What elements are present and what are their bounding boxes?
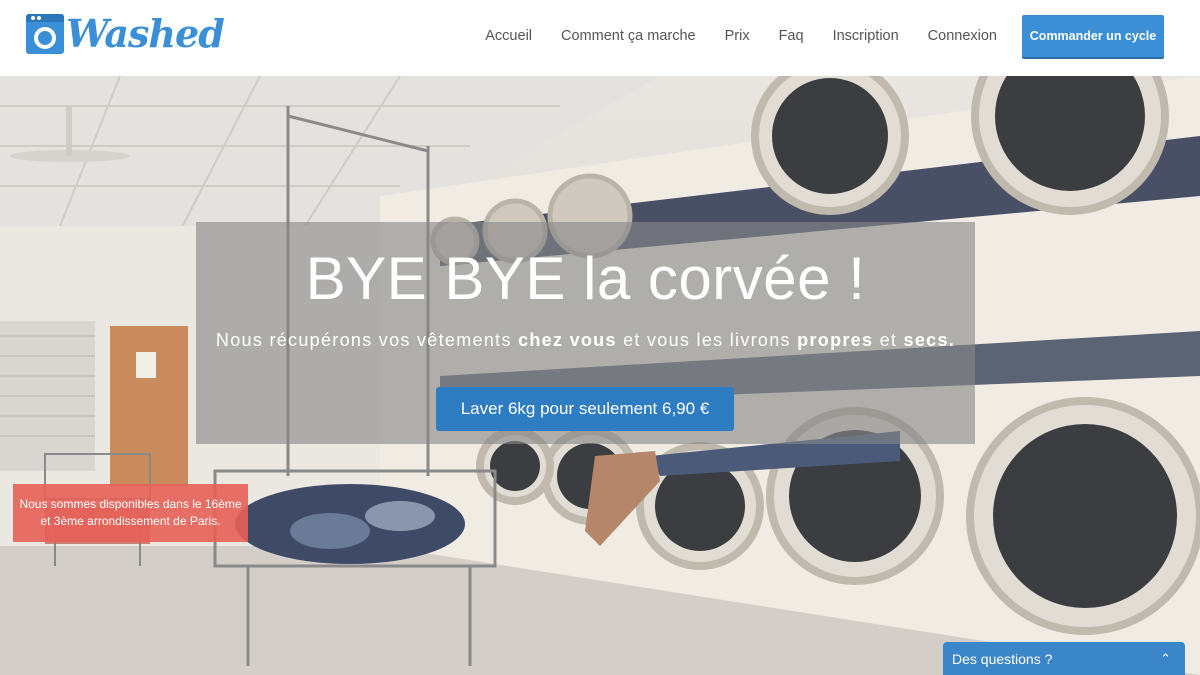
- washing-machine-icon: [26, 14, 64, 54]
- site-header: Washed Accueil Comment ça marche Prix Fa…: [0, 0, 1200, 76]
- hero-section: BYE BYE la corvée ! Nous récupérons vos …: [0, 76, 1200, 675]
- chevron-up-icon[interactable]: ⌃: [1160, 651, 1171, 667]
- notice-line-1: Nous sommes disponibles dans le 16ème: [19, 497, 242, 511]
- nav-item-comment-ca-marche[interactable]: Comment ça marche: [561, 28, 696, 44]
- chat-label: Des questions ?: [952, 651, 1053, 667]
- main-nav: Accueil Comment ça marche Prix Faq Inscr…: [456, 15, 1164, 57]
- chat-widget[interactable]: Des questions ? ⌃: [943, 642, 1185, 675]
- hero-headline: BYE BYE la corvée !: [305, 245, 866, 312]
- nav-item-accueil[interactable]: Accueil: [485, 28, 532, 44]
- hero-subheadline: Nous récupérons vos vêtements chez vous …: [196, 330, 975, 351]
- subheadline-bold-3: secs.: [903, 330, 956, 350]
- logo-text: Washed: [66, 11, 225, 56]
- nav-item-connexion[interactable]: Connexion: [928, 28, 997, 44]
- order-cycle-button[interactable]: Commander un cycle: [1022, 15, 1164, 57]
- subheadline-bold-2: propres: [797, 330, 874, 350]
- notice-line-2: et 3ème arrondissement de Paris.: [40, 514, 221, 528]
- subheadline-text-2: et vous les livrons: [616, 330, 798, 350]
- logo[interactable]: Washed: [26, 11, 225, 56]
- wash-offer-button[interactable]: Laver 6kg pour seulement 6,90 €: [436, 387, 734, 431]
- hero-overlay: BYE BYE la corvée ! Nous récupérons vos …: [196, 222, 975, 444]
- subheadline-text-1: Nous récupérons vos vêtements: [215, 330, 519, 350]
- nav-item-prix[interactable]: Prix: [725, 28, 750, 44]
- nav-item-faq[interactable]: Faq: [779, 28, 804, 44]
- availability-notice: Nous sommes disponibles dans le 16ème et…: [13, 484, 248, 542]
- subheadline-text-3: et: [873, 330, 904, 350]
- subheadline-bold-1: chez vous: [518, 330, 617, 350]
- nav-item-inscription[interactable]: Inscription: [833, 28, 899, 44]
